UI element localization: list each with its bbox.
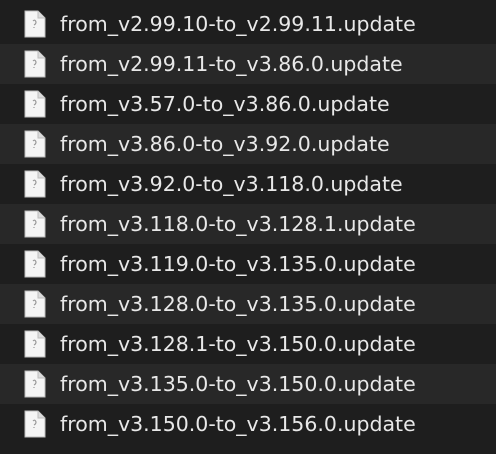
file-name: from_v3.119.0-to_v3.135.0.update — [60, 252, 416, 276]
file-row[interactable]: from_v3.86.0-to_v3.92.0.update — [0, 124, 496, 164]
document-icon — [24, 130, 46, 158]
file-name: from_v3.118.0-to_v3.128.1.update — [60, 212, 416, 236]
file-name: from_v3.57.0-to_v3.86.0.update — [60, 92, 390, 116]
file-row[interactable]: from_v2.99.10-to_v2.99.11.update — [0, 4, 496, 44]
file-row[interactable]: from_v3.57.0-to_v3.86.0.update — [0, 84, 496, 124]
file-name: from_v3.135.0-to_v3.150.0.update — [60, 372, 416, 396]
document-icon — [24, 410, 46, 438]
document-icon — [24, 290, 46, 318]
file-name: from_v2.99.11-to_v3.86.0.update — [60, 52, 403, 76]
file-row[interactable]: from_v3.128.0-to_v3.135.0.update — [0, 284, 496, 324]
file-name: from_v3.150.0-to_v3.156.0.update — [60, 412, 416, 436]
document-icon — [24, 170, 46, 198]
file-row[interactable]: from_v3.135.0-to_v3.150.0.update — [0, 364, 496, 404]
file-row[interactable]: from_v3.128.1-to_v3.150.0.update — [0, 324, 496, 364]
file-row[interactable]: from_v3.150.0-to_v3.156.0.update — [0, 404, 496, 444]
file-list: from_v2.99.10-to_v2.99.11.update from_v2… — [0, 0, 496, 454]
file-row[interactable]: from_v2.99.11-to_v3.86.0.update — [0, 44, 496, 84]
document-icon — [24, 90, 46, 118]
file-name: from_v3.92.0-to_v3.118.0.update — [60, 172, 403, 196]
file-row[interactable]: from_v3.92.0-to_v3.118.0.update — [0, 164, 496, 204]
file-name: from_v2.99.10-to_v2.99.11.update — [60, 12, 416, 36]
document-icon — [24, 50, 46, 78]
document-icon — [24, 250, 46, 278]
document-icon — [24, 370, 46, 398]
document-icon — [24, 210, 46, 238]
file-name: from_v3.128.1-to_v3.150.0.update — [60, 332, 416, 356]
file-name: from_v3.86.0-to_v3.92.0.update — [60, 132, 390, 156]
file-name: from_v3.128.0-to_v3.135.0.update — [60, 292, 416, 316]
file-row[interactable]: from_v3.119.0-to_v3.135.0.update — [0, 244, 496, 284]
document-icon — [24, 10, 46, 38]
document-icon — [24, 330, 46, 358]
file-row[interactable]: from_v3.118.0-to_v3.128.1.update — [0, 204, 496, 244]
